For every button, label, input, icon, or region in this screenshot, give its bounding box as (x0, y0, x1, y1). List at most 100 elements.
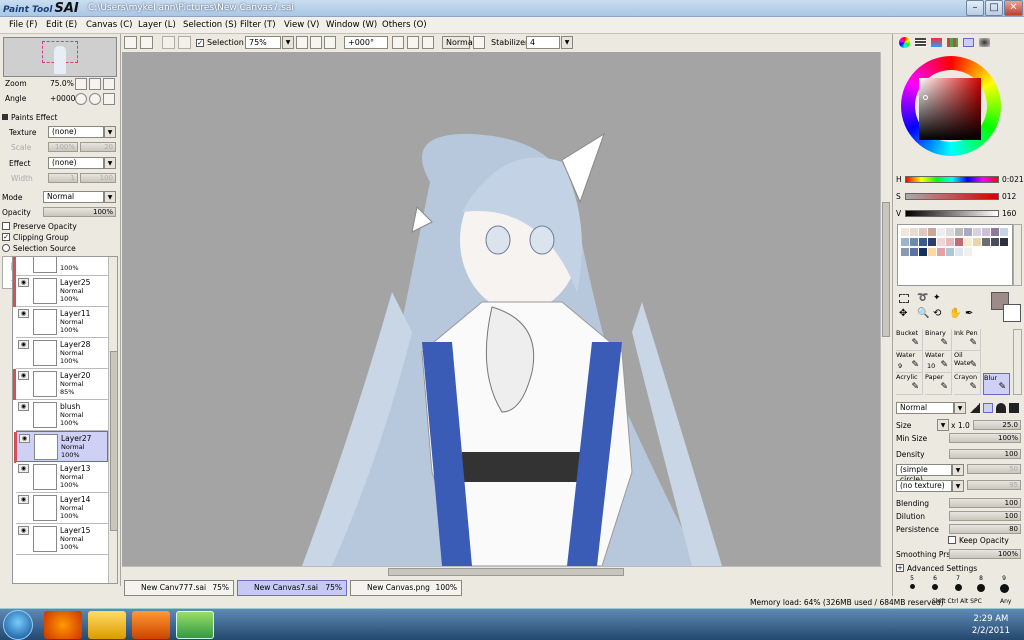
color-swatch[interactable] (910, 228, 918, 236)
eye-icon[interactable]: ◉ (19, 434, 30, 443)
color-swatch[interactable] (937, 238, 945, 246)
tool-blur[interactable]: Blur ✎ (983, 373, 1010, 395)
tool-ink-pen[interactable]: Ink Pen ✎ (954, 329, 981, 351)
tool-acrylic[interactable]: Acrylic ✎ (896, 373, 923, 395)
persistence-slider[interactable]: 80 (949, 524, 1021, 534)
color-swatch[interactable] (919, 238, 927, 246)
tab-new-canvas7[interactable]: New Canvas7.sai 75% (237, 580, 347, 596)
nav-zoom-in-icon[interactable] (89, 78, 101, 90)
eye-icon[interactable]: ◉ (18, 464, 29, 473)
firefox-icon[interactable] (44, 611, 82, 639)
color-swatch[interactable] (946, 238, 954, 246)
selection-checkbox[interactable]: ✓ (196, 39, 204, 47)
tool-bucket[interactable]: Bucket ✎ (896, 329, 923, 351)
brush-mode-select[interactable]: Normal (896, 402, 954, 414)
color-square[interactable] (919, 78, 981, 140)
effect-select[interactable]: (none) (48, 157, 104, 169)
color-swatch[interactable] (955, 238, 963, 246)
rgb-slider-icon[interactable] (915, 38, 926, 47)
scratchpad-icon[interactable] (979, 38, 990, 47)
brush-shape-select[interactable]: (simple circle) (896, 464, 952, 484)
shape-sharp-icon[interactable] (970, 403, 980, 413)
eyedropper-icon[interactable]: ✒ (965, 308, 973, 319)
layer-row[interactable]: ◉ Layer13 Normal 100% (16, 462, 108, 493)
tool-oil-wate[interactable]: Oil Wate ✎ (954, 351, 981, 373)
layer-row[interactable]: ◉ Layer14 Normal 100% (16, 493, 108, 524)
menu-layer[interactable]: Layer (L) (138, 20, 176, 30)
secondary-color-box[interactable] (1003, 304, 1021, 322)
brush-texture-dropdown-icon[interactable]: ▼ (952, 480, 964, 492)
blending-slider[interactable]: 100 (949, 498, 1021, 508)
brush-shape-dropdown-icon[interactable]: ▼ (952, 464, 964, 476)
menu-view[interactable]: View (V) (284, 20, 319, 30)
color-wheel-icon[interactable] (899, 37, 910, 48)
eye-icon[interactable]: ◉ (18, 402, 29, 411)
stabilizer-field[interactable]: 4 (526, 36, 560, 49)
invert-selection-icon[interactable] (178, 36, 191, 49)
color-swatch[interactable] (973, 238, 981, 246)
menu-file[interactable]: File (F) (9, 20, 37, 30)
brush-size-preset[interactable]: 9 (994, 575, 1014, 595)
opacity-slider[interactable]: 100% (43, 207, 116, 217)
color-swatch[interactable] (991, 228, 999, 236)
clipping-group-checkbox[interactable]: ✓ (2, 233, 10, 241)
color-swatch[interactable] (946, 228, 954, 236)
vertical-scroll-thumb[interactable] (882, 202, 890, 337)
width-number[interactable]: 100 (80, 173, 116, 183)
layer-scrollbar[interactable] (108, 257, 117, 583)
color-swatch[interactable] (910, 238, 918, 246)
stabilizer-dropdown-icon[interactable]: ▼ (561, 36, 573, 49)
density-slider[interactable]: 100 (949, 449, 1021, 459)
color-swatch[interactable] (928, 238, 936, 246)
color-swatch[interactable] (910, 248, 918, 256)
media-player-icon[interactable] (132, 611, 170, 639)
swatch-scrollbar[interactable] (1013, 224, 1022, 286)
zoom-out-icon[interactable] (296, 36, 308, 49)
hand-icon[interactable]: ✋ (949, 308, 961, 319)
redo-icon[interactable] (140, 36, 153, 49)
navigator-preview[interactable] (3, 37, 117, 77)
scale-number[interactable]: 20 (80, 142, 116, 152)
collapse-icon[interactable] (2, 114, 8, 120)
color-swatch[interactable] (919, 248, 927, 256)
tool-water[interactable]: Water 9 ✎ (896, 351, 923, 373)
menu-edit[interactable]: Edit (E) (46, 20, 77, 30)
color-swatch[interactable] (937, 248, 945, 256)
color-swatch[interactable] (901, 228, 909, 236)
texture-dropdown-icon[interactable]: ▼ (104, 126, 116, 138)
horizontal-scroll-thumb[interactable] (388, 568, 624, 576)
rotate-tool-icon[interactable]: ⟲ (933, 308, 941, 319)
tab-new-canvas-png[interactable]: New Canvas.png 100% (350, 580, 462, 596)
color-swatch[interactable] (964, 248, 972, 256)
deselect-icon[interactable] (162, 36, 175, 49)
nav-rotate-right-icon[interactable] (89, 93, 101, 105)
color-swatch[interactable] (973, 228, 981, 236)
undo-icon[interactable] (124, 36, 137, 49)
menu-window[interactable]: Window (W) (326, 20, 377, 30)
start-button[interactable] (3, 610, 33, 640)
width-slider[interactable]: 1 (48, 173, 78, 183)
magic-wand-icon[interactable]: ✦ (933, 293, 941, 303)
user-swatches-icon[interactable] (963, 38, 974, 47)
brush-size-preset[interactable]: 5 (902, 575, 922, 595)
tool-crayon[interactable]: Crayon ✎ (954, 373, 981, 395)
color-swatch[interactable] (928, 248, 936, 256)
rect-select-icon[interactable] (899, 294, 909, 303)
color-swatch[interactable] (955, 228, 963, 236)
color-swatch[interactable] (919, 228, 927, 236)
mode-select[interactable]: Normal (43, 191, 104, 203)
canvas-horizontal-scrollbar[interactable] (122, 566, 882, 577)
drawing-canvas[interactable] (122, 52, 882, 566)
brush-texture-slider[interactable]: 95 (967, 480, 1021, 490)
layer-row[interactable]: ◉ Layer15 Normal 100% (16, 524, 108, 555)
zoom-tool-icon[interactable]: 🔍 (917, 308, 929, 319)
layer-row[interactable]: ◉ Layer27 Normal 100% (14, 431, 108, 463)
effect-dropdown-icon[interactable]: ▼ (104, 157, 116, 169)
brush-size-preset[interactable]: 6 (925, 575, 945, 595)
texture-select[interactable]: (none) (48, 126, 104, 138)
eye-icon[interactable]: ◉ (18, 340, 29, 349)
layer-row[interactable]: ◉ Layer28 Normal 100% (16, 338, 108, 369)
brush-shape-slider[interactable]: 50 (967, 464, 1021, 474)
menu-filter[interactable]: Filter (T) (240, 20, 276, 30)
angle-field[interactable]: +000° (344, 36, 388, 49)
